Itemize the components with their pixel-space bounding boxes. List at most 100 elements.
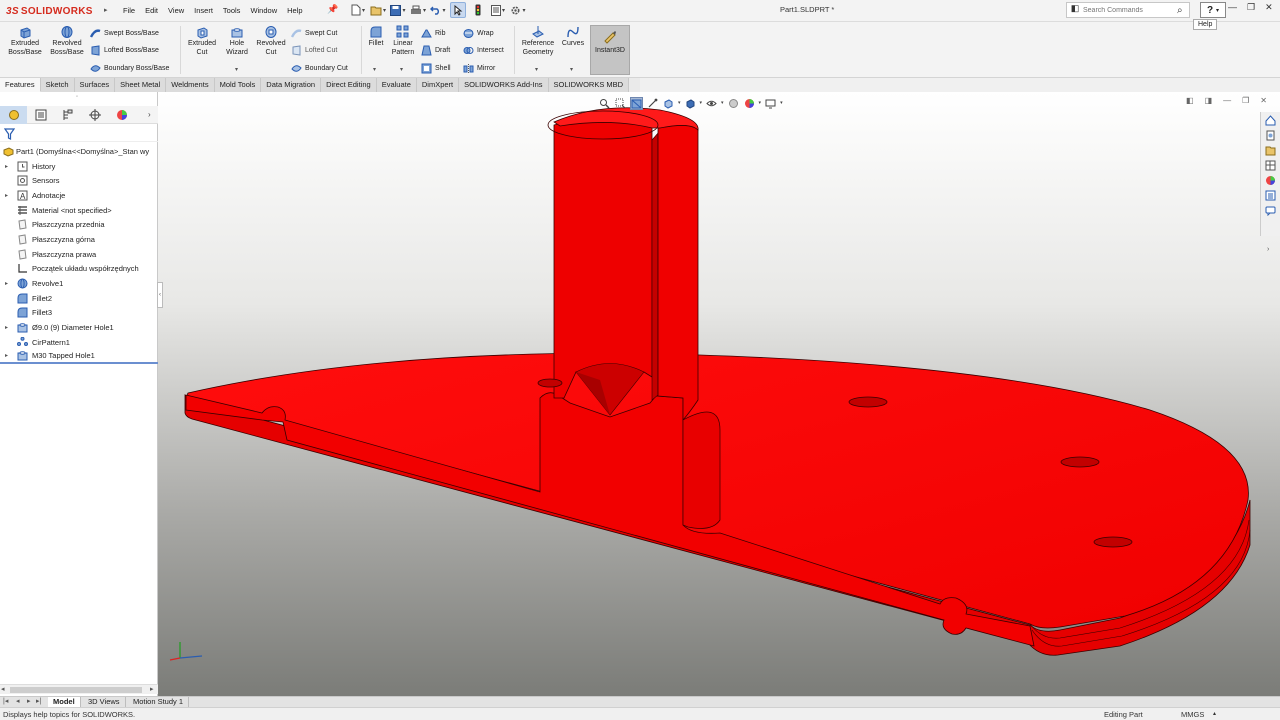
tab-surfaces[interactable]: Surfaces (74, 78, 116, 92)
revolved-cut-button[interactable]: Revolved Cut (254, 25, 288, 57)
unit-system[interactable]: MMGS (1181, 710, 1204, 719)
solidworks-forum-icon[interactable] (1265, 204, 1277, 216)
expand-arrow-icon[interactable]: ▸ (5, 163, 8, 170)
tree-item-cirpattern1[interactable]: CirPattern1 (0, 335, 158, 350)
solidworks-resources-icon[interactable] (1265, 114, 1277, 126)
boundary-cut-button[interactable]: Boundary Cut (291, 62, 348, 74)
mirror-button[interactable]: Mirror (463, 62, 495, 74)
menu-insert[interactable]: Insert (189, 5, 218, 17)
scroll-right-icon[interactable]: ▸ (150, 685, 154, 693)
display-manager-icon[interactable] (108, 106, 135, 124)
tab-sketch[interactable]: Sketch (40, 78, 75, 92)
pin-icon[interactable]: 📌 (327, 4, 338, 16)
rib-button[interactable]: Rib (421, 27, 446, 39)
dropdown-icon[interactable]: ▾ (721, 100, 724, 106)
viewport-restore-icon[interactable]: ❐ (1242, 96, 1249, 105)
swept-cut-button[interactable]: Swept Cut (291, 27, 337, 39)
lofted-cut-button[interactable]: Lofted Cut (291, 44, 337, 56)
tab-3d-views[interactable]: 3D Views (83, 697, 126, 707)
new-document-icon[interactable]: ▾ (350, 2, 366, 18)
view-palette-icon[interactable] (1265, 159, 1277, 171)
file-properties-icon[interactable]: ▾ (490, 2, 506, 18)
configuration-manager-icon[interactable] (54, 106, 81, 124)
tab-direct-editing[interactable]: Direct Editing (321, 78, 377, 92)
menu-tools[interactable]: Tools (218, 5, 246, 17)
expand-arrow-icon[interactable]: ▸ (5, 280, 8, 287)
tab-solidworks-add-ins[interactable]: SOLIDWORKS Add-Ins (459, 78, 549, 92)
file-explorer-icon[interactable] (1265, 144, 1277, 156)
tab-data-migration[interactable]: Data Migration (261, 78, 322, 92)
viewport-split-icon[interactable]: ◨ (1205, 96, 1213, 105)
options-gear-icon[interactable]: ▾ (510, 2, 526, 18)
tab-sheet-metal[interactable]: Sheet Metal (115, 78, 167, 92)
apply-scene-icon[interactable] (743, 97, 756, 110)
menu-view[interactable]: View (163, 5, 189, 17)
panel-expand-icon[interactable]: › (148, 110, 151, 119)
expand-arrow-icon[interactable]: ▸ (5, 352, 8, 359)
tree-item-revolve1[interactable]: ▸ Revolve1 (0, 276, 158, 291)
draft-button[interactable]: Draft (421, 44, 450, 56)
hide-show-items-icon[interactable] (705, 97, 718, 110)
solidworks-logo[interactable]: 3S SOLIDWORKS (6, 4, 93, 18)
panel-grip-icon[interactable]: ◦ (76, 94, 78, 100)
view-orientation-icon[interactable] (662, 97, 675, 110)
fillet-button[interactable]: Fillet (364, 25, 388, 49)
swept-boss-button[interactable]: Swept Boss/Base (90, 27, 159, 39)
design-library-icon[interactable] (1265, 129, 1277, 141)
tab-dimxpert[interactable]: DimXpert (416, 78, 460, 92)
boundary-boss-button[interactable]: Boundary Boss/Base (90, 62, 169, 74)
zoom-to-fit-icon[interactable] (598, 97, 611, 110)
prev-tab-icon[interactable]: ◂ (16, 697, 20, 707)
open-document-icon[interactable]: ▾ (370, 2, 386, 18)
extruded-boss-button[interactable]: Extruded Boss/Base (6, 25, 44, 57)
shell-button[interactable]: Shell (421, 62, 451, 74)
instant3d-button[interactable]: Instant3D (590, 25, 630, 75)
intersect-button[interactable]: Intersect (463, 44, 504, 56)
tab-evaluate[interactable]: Evaluate (376, 78, 417, 92)
curves-dropdown-icon[interactable]: ▾ (570, 66, 573, 73)
menu-edit[interactable]: Edit (140, 5, 163, 17)
chevron-right-icon[interactable]: ▸ (104, 6, 108, 14)
curves-button[interactable]: Curves (560, 25, 586, 49)
custom-properties-icon[interactable] (1265, 189, 1277, 201)
panel-collapse-handle[interactable]: ‹ (157, 282, 163, 308)
lofted-boss-button[interactable]: Lofted Boss/Base (90, 44, 159, 56)
tree-item-front-plane[interactable]: Płaszczyzna przednia (0, 217, 158, 232)
minimize-icon[interactable]: — (1228, 2, 1237, 13)
linear-pattern-dropdown-icon[interactable]: ▾ (400, 66, 403, 73)
print-icon[interactable]: ▾ (410, 2, 426, 18)
horizontal-scrollbar[interactable]: ◂ ▸ (0, 684, 158, 694)
tree-item-fillet3[interactable]: Fillet3 (0, 306, 158, 321)
search-commands-input[interactable] (1083, 6, 1175, 14)
menu-window[interactable]: Window (245, 5, 282, 17)
tab-motion-study-1[interactable]: Motion Study 1 (128, 697, 190, 707)
last-tab-icon[interactable]: ▸| (36, 697, 41, 707)
tree-item-fillet2[interactable]: Fillet2 (0, 291, 158, 306)
graphics-area[interactable]: ▾ ▾ ▾ ▾ ▾ ◧ ◨ — ❐ ✕ (158, 92, 1280, 696)
tab-features[interactable]: Features (0, 78, 41, 92)
tree-item-sensors[interactable]: Sensors (0, 173, 158, 188)
tree-item-annotations[interactable]: ▸ A Adnotacje (0, 188, 158, 203)
display-style-icon[interactable] (684, 97, 697, 110)
filter-icon[interactable] (3, 128, 16, 140)
tree-item-tapped-hole1[interactable]: ▸ M30 Tapped Hole1 (0, 350, 158, 365)
scroll-left-icon[interactable]: ◂ (1, 685, 5, 693)
revolved-boss-button[interactable]: Revolved Boss/Base (48, 25, 86, 57)
tree-item-diameter-hole1[interactable]: ▸ Ø9.0 (9) Diameter Hole1 (0, 320, 158, 335)
next-tab-icon[interactable]: ▸ (27, 697, 31, 707)
hole-wizard-dropdown-icon[interactable]: ▾ (235, 66, 238, 73)
dimxpert-manager-icon[interactable] (81, 106, 108, 124)
hole-wizard-button[interactable]: Hole Wizard (221, 25, 253, 57)
first-tab-icon[interactable]: |◂ (3, 697, 8, 707)
viewport-close-icon[interactable]: ✕ (1260, 96, 1267, 105)
tree-item-material[interactable]: Material <not specified> (0, 203, 158, 218)
menu-file[interactable]: File (118, 5, 140, 17)
scrollbar-thumb[interactable] (10, 687, 142, 693)
expand-arrow-icon[interactable]: ▸ (5, 324, 8, 331)
units-dropdown-icon[interactable]: ▴ (1213, 710, 1216, 717)
menu-help[interactable]: Help (282, 5, 307, 17)
close-icon[interactable]: ✕ (1265, 2, 1273, 13)
tree-item-history[interactable]: ▸ History (0, 159, 158, 174)
help-button[interactable]: ? ▾ (1200, 2, 1226, 18)
restore-icon[interactable]: ❐ (1247, 2, 1255, 13)
